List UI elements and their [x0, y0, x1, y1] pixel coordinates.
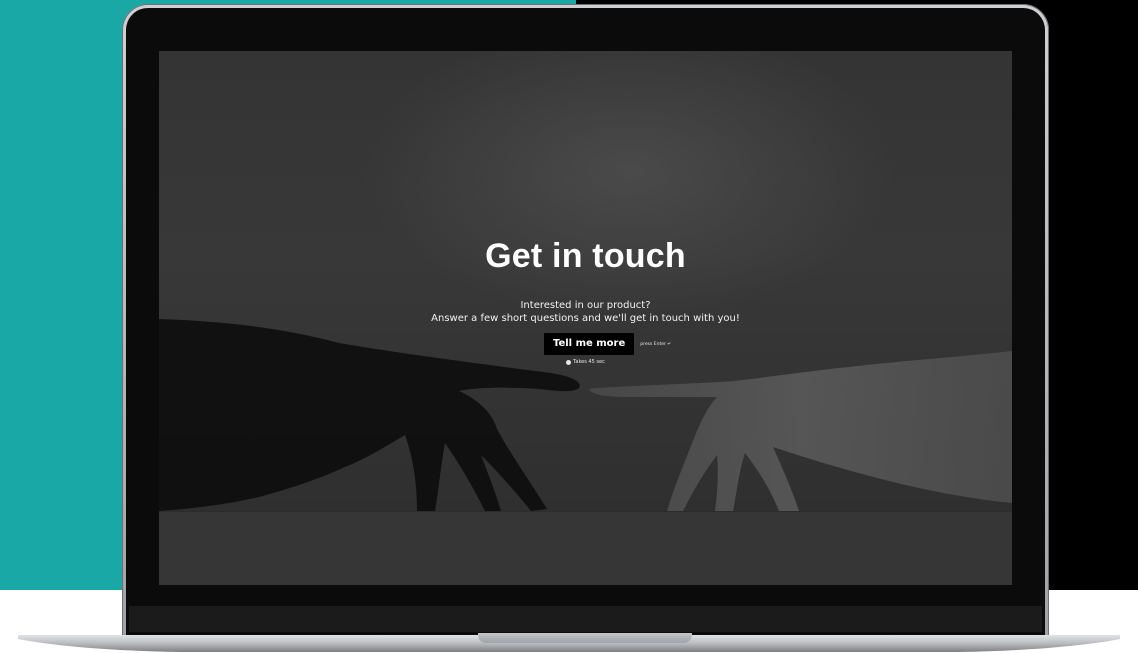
time-estimate: Takes 45 sec [159, 359, 1012, 365]
subtitle-line-1: Interested in our product? [520, 300, 651, 311]
laptop-chin [129, 606, 1042, 632]
page-subtitle: Interested in our product? Answer a few … [159, 299, 1012, 325]
laptop-notch [478, 633, 692, 643]
scene: Get in touch Interested in our product? … [0, 0, 1138, 653]
laptop-screen: Get in touch Interested in our product? … [159, 51, 1012, 585]
hero-lower-band [159, 511, 1012, 585]
press-enter-hint: press Enter ↵ [640, 341, 672, 347]
clock-icon [566, 359, 572, 365]
page-title: Get in touch [485, 237, 686, 275]
time-estimate-label: Takes 45 sec [573, 359, 605, 365]
cta-row: Tell me more press Enter ↵ [159, 333, 1012, 355]
tell-me-more-button[interactable]: Tell me more [543, 333, 635, 355]
subtitle-line-2: Answer a few short questions and we'll g… [431, 313, 740, 324]
light-hand-shape [589, 351, 1012, 511]
welcome-content: Get in touch Interested in our product? … [159, 236, 1012, 365]
